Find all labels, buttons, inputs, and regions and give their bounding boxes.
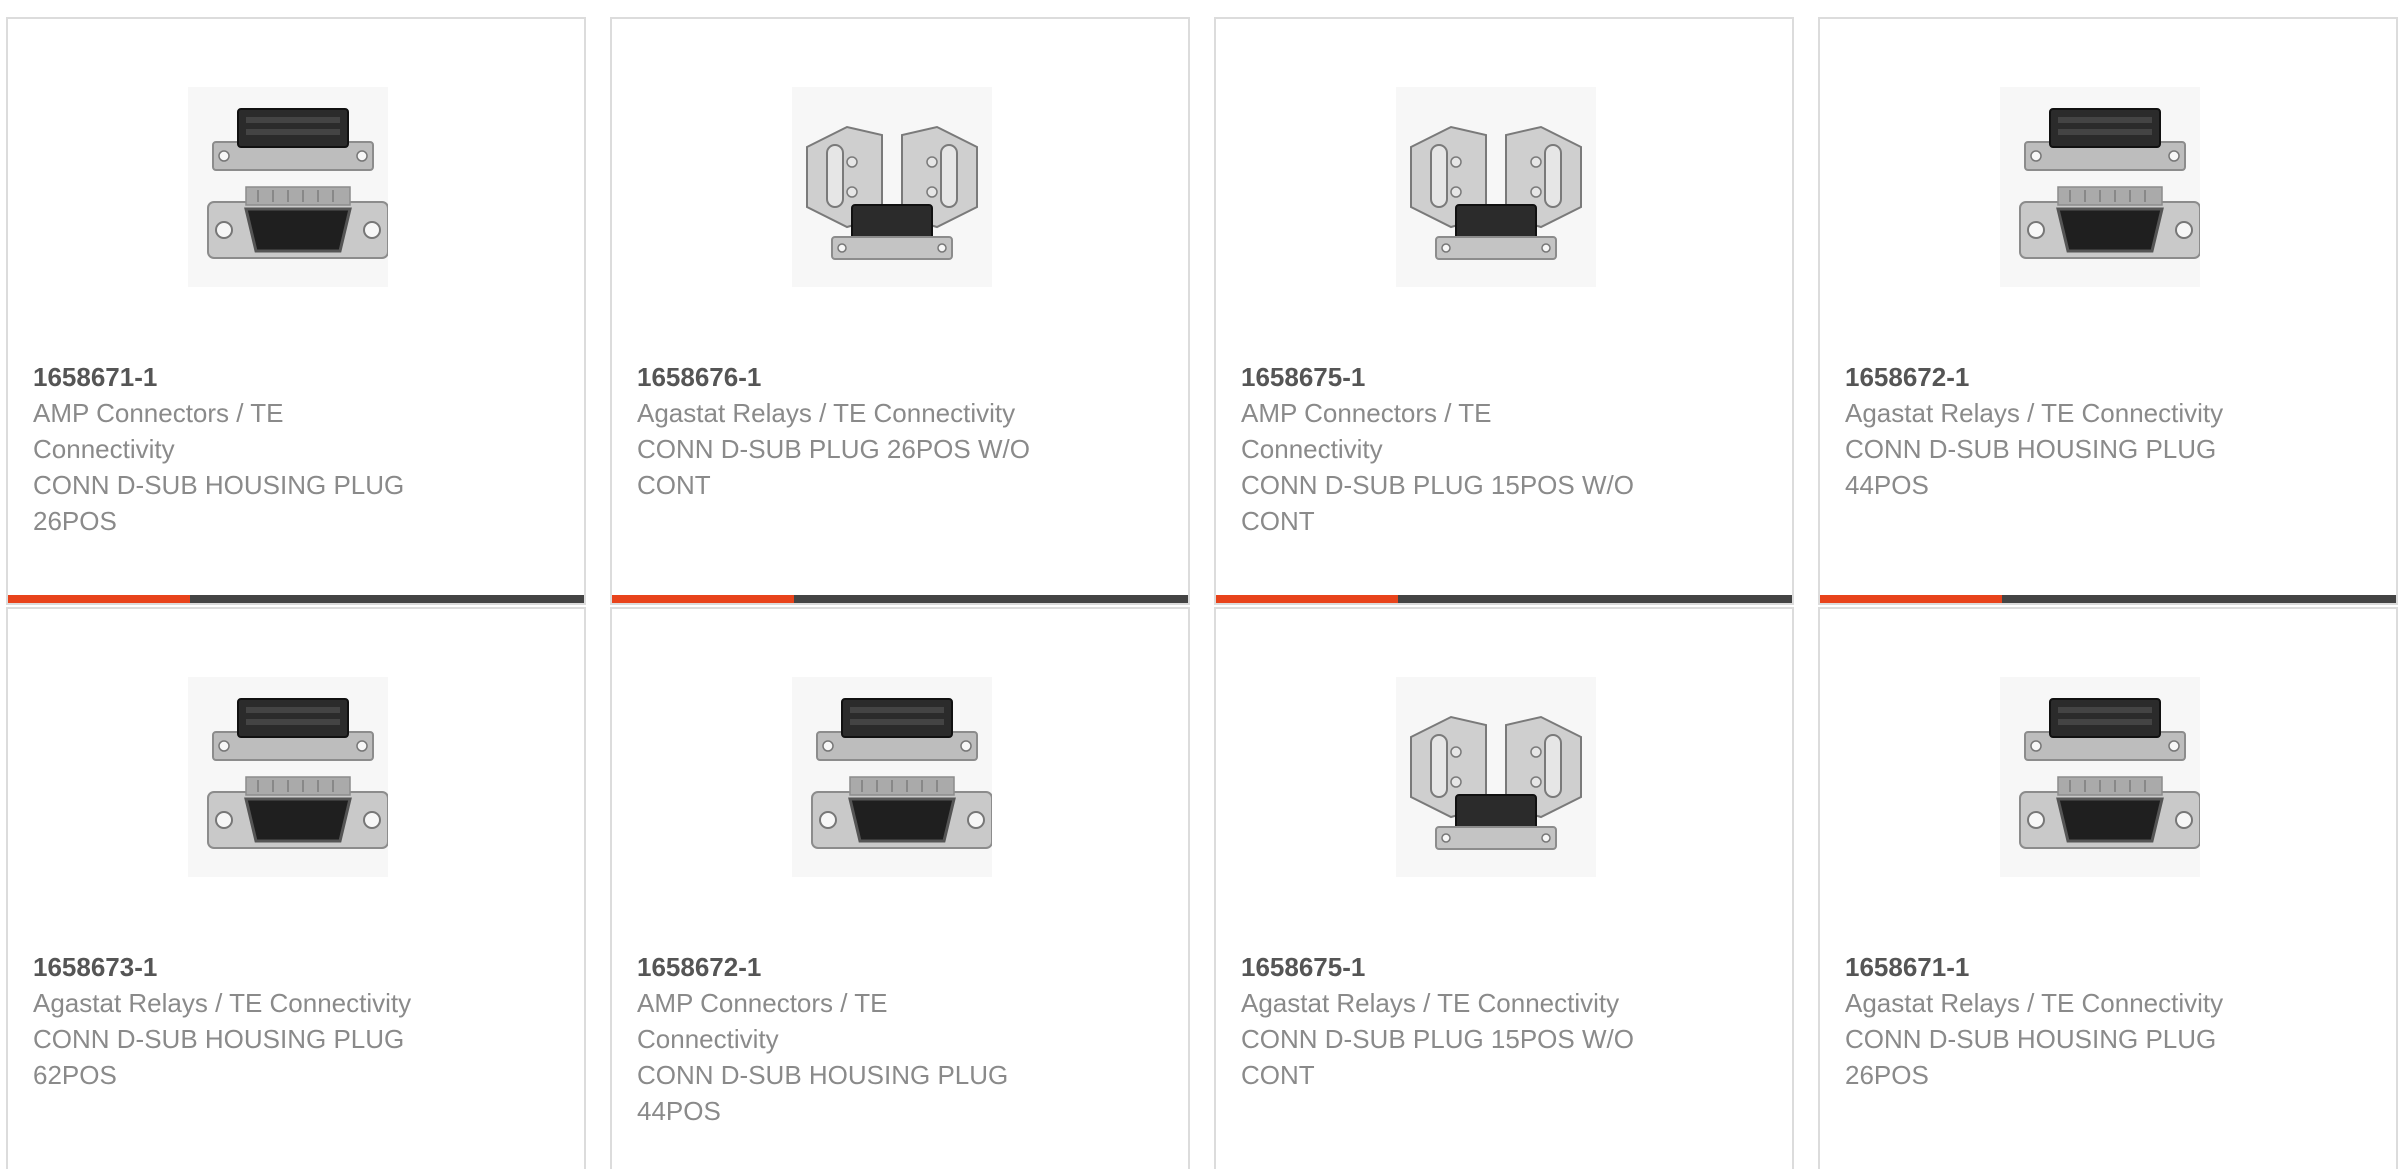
- card-bottom-bar: [1820, 595, 2396, 603]
- product-image[interactable]: [188, 677, 388, 877]
- product-image[interactable]: [1396, 677, 1596, 877]
- part-number-link[interactable]: 1658671-1: [1845, 949, 2285, 985]
- part-number-link[interactable]: 1658671-1: [33, 359, 473, 395]
- manufacturer-text: AMP Connectors / TE Connectivity: [33, 398, 284, 464]
- part-number-link[interactable]: 1658675-1: [1241, 359, 1681, 395]
- dsub-plug-with-housing-image: [188, 677, 388, 877]
- product-grid: 1658671-1 AMP Connectors / TE Connectivi…: [0, 0, 2404, 1169]
- manufacturer-text: Agastat Relays / TE Connectivity: [1845, 398, 2224, 428]
- dsub-plug-with-housing-image: [188, 87, 388, 287]
- part-number-link[interactable]: 1658672-1: [1845, 359, 2285, 395]
- card-accent-bar: [1216, 595, 1398, 603]
- product-info: 1658671-1 Agastat Relays / TE Connectivi…: [1845, 949, 2285, 1093]
- product-info: 1658675-1 Agastat Relays / TE Connectivi…: [1241, 949, 1681, 1093]
- description-text: CONN D-SUB HOUSING PLUG 62POS: [33, 1024, 405, 1090]
- manufacturer-text: Agastat Relays / TE Connectivity: [1845, 988, 2224, 1018]
- product-card[interactable]: 1658673-1 Agastat Relays / TE Connectivi…: [6, 607, 586, 1169]
- part-number-link[interactable]: 1658676-1: [637, 359, 1077, 395]
- product-image[interactable]: [792, 677, 992, 877]
- product-image[interactable]: [792, 87, 992, 287]
- card-accent-bar: [8, 595, 190, 603]
- product-info: 1658672-1 AMP Connectors / TE Connectivi…: [637, 949, 1077, 1129]
- part-number-link[interactable]: 1658672-1: [637, 949, 1077, 985]
- product-image[interactable]: [188, 87, 388, 287]
- description-text: CONN D-SUB PLUG 15POS W/O CONT: [1241, 470, 1634, 536]
- product-info: 1658676-1 Agastat Relays / TE Connectivi…: [637, 359, 1077, 503]
- product-image[interactable]: [2000, 677, 2200, 877]
- card-bottom-bar: [612, 595, 1188, 603]
- product-card[interactable]: 1658675-1 AMP Connectors / TE Connectivi…: [1214, 17, 1794, 605]
- product-card[interactable]: 1658672-1 AMP Connectors / TE Connectivi…: [610, 607, 1190, 1169]
- product-card[interactable]: 1658676-1 Agastat Relays / TE Connectivi…: [610, 17, 1190, 605]
- product-card[interactable]: 1658675-1 Agastat Relays / TE Connectivi…: [1214, 607, 1794, 1169]
- card-accent-bar: [612, 595, 794, 603]
- product-image[interactable]: [2000, 87, 2200, 287]
- description-text: CONN D-SUB HOUSING PLUG 26POS: [1845, 1024, 2217, 1090]
- dsub-plug-with-housing-image: [792, 677, 992, 877]
- manufacturer-text: AMP Connectors / TE Connectivity: [637, 988, 888, 1054]
- dsub-backshell-kit-image: [1396, 677, 1596, 877]
- manufacturer-text: Agastat Relays / TE Connectivity: [1241, 988, 1620, 1018]
- product-info: 1658673-1 Agastat Relays / TE Connectivi…: [33, 949, 473, 1093]
- description-text: CONN D-SUB PLUG 15POS W/O CONT: [1241, 1024, 1634, 1090]
- product-info: 1658675-1 AMP Connectors / TE Connectivi…: [1241, 359, 1681, 539]
- product-image[interactable]: [1396, 87, 1596, 287]
- dsub-plug-with-housing-image: [2000, 87, 2200, 287]
- description-text: CONN D-SUB PLUG 26POS W/O CONT: [637, 434, 1030, 500]
- product-card[interactable]: 1658671-1 AMP Connectors / TE Connectivi…: [6, 17, 586, 605]
- dsub-backshell-kit-image: [792, 87, 992, 287]
- description-text: CONN D-SUB HOUSING PLUG 26POS: [33, 470, 405, 536]
- product-info: 1658671-1 AMP Connectors / TE Connectivi…: [33, 359, 473, 539]
- manufacturer-text: Agastat Relays / TE Connectivity: [637, 398, 1016, 428]
- manufacturer-text: Agastat Relays / TE Connectivity: [33, 988, 412, 1018]
- manufacturer-text: AMP Connectors / TE Connectivity: [1241, 398, 1492, 464]
- card-bottom-bar: [1216, 595, 1792, 603]
- dsub-backshell-kit-image: [1396, 87, 1596, 287]
- card-accent-bar: [1820, 595, 2002, 603]
- card-bottom-bar: [8, 595, 584, 603]
- product-info: 1658672-1 Agastat Relays / TE Connectivi…: [1845, 359, 2285, 503]
- description-text: CONN D-SUB HOUSING PLUG 44POS: [637, 1060, 1009, 1126]
- dsub-plug-with-housing-image: [2000, 677, 2200, 877]
- product-card[interactable]: 1658672-1 Agastat Relays / TE Connectivi…: [1818, 17, 2398, 605]
- part-number-link[interactable]: 1658675-1: [1241, 949, 1681, 985]
- product-card[interactable]: 1658671-1 Agastat Relays / TE Connectivi…: [1818, 607, 2398, 1169]
- part-number-link[interactable]: 1658673-1: [33, 949, 473, 985]
- description-text: CONN D-SUB HOUSING PLUG 44POS: [1845, 434, 2217, 500]
